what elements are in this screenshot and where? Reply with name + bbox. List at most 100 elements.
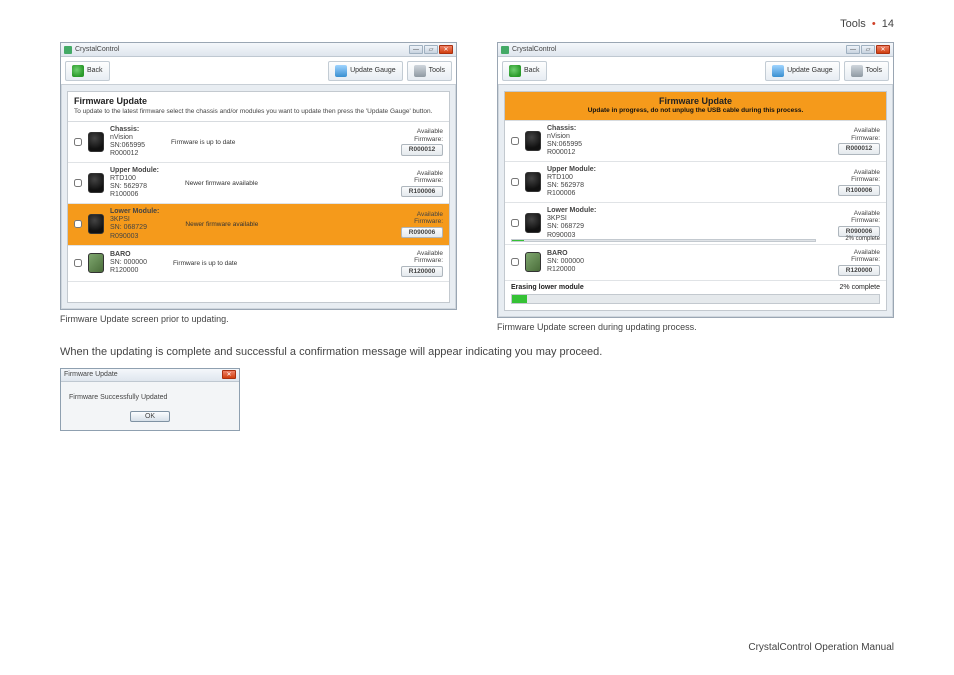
dialog-title: Firmware Update bbox=[64, 371, 118, 378]
heading-title: Firmware Update bbox=[511, 96, 880, 106]
section-label: Tools bbox=[840, 18, 866, 30]
back-label: Back bbox=[524, 67, 540, 74]
dialog-message: Firmware Successfully Updated bbox=[69, 394, 231, 401]
window-title: CrystalControl bbox=[75, 46, 119, 53]
minimize-button[interactable]: — bbox=[846, 45, 860, 54]
tools-label: Tools bbox=[429, 67, 445, 74]
app-icon bbox=[501, 46, 509, 54]
close-button[interactable]: ✕ bbox=[876, 45, 890, 54]
module-checkbox[interactable] bbox=[74, 259, 82, 267]
firmware-pill[interactable]: R090006 bbox=[401, 227, 443, 238]
module-checkbox[interactable] bbox=[74, 179, 82, 187]
back-button[interactable]: Back bbox=[65, 61, 110, 81]
back-icon bbox=[72, 65, 84, 77]
app-window-before: CrystalControl — ▱ ✕ Back bbox=[60, 42, 457, 310]
module-available: Available Firmware: R100006 bbox=[401, 170, 443, 197]
module-available: Available Firmware: R090006 bbox=[838, 210, 880, 237]
overall-progress-bar bbox=[511, 294, 880, 304]
firmware-pill[interactable]: R100006 bbox=[401, 186, 443, 197]
progress-message: Erasing lower module 2% complete bbox=[505, 281, 886, 294]
tools-icon bbox=[414, 65, 426, 77]
caption-b: Firmware Update screen during updating p… bbox=[497, 322, 894, 332]
module-checkbox[interactable] bbox=[511, 258, 519, 266]
firmware-pill[interactable]: R000012 bbox=[401, 144, 443, 155]
firmware-pill[interactable]: R120000 bbox=[401, 266, 443, 277]
module-checkbox[interactable] bbox=[74, 138, 82, 146]
module-row: Chassis: nVision SN:065995 R000012 Avail… bbox=[505, 121, 886, 162]
titlebar: CrystalControl — ▱ ✕ bbox=[61, 43, 456, 57]
back-label: Back bbox=[87, 67, 103, 74]
heading-sub: Update in progress, do not unplug the US… bbox=[511, 107, 880, 114]
caption-a: Firmware Update screen prior to updating… bbox=[60, 314, 457, 324]
maximize-button[interactable]: ▱ bbox=[861, 45, 875, 54]
module-available: Available Firmware: R120000 bbox=[401, 250, 443, 277]
module-info: Chassis: nVision SN:065995 R000012 bbox=[547, 125, 582, 157]
module-available: Available Firmware: R090006 bbox=[401, 211, 443, 238]
footer-text: CrystalControl Operation Manual bbox=[748, 642, 894, 653]
module-icon bbox=[88, 132, 104, 152]
dialog-titlebar: Firmware Update ✕ bbox=[61, 369, 239, 382]
toolbar: Back Update Gauge Tools bbox=[498, 57, 893, 85]
confirmation-dialog: Firmware Update ✕ Firmware Successfully … bbox=[60, 368, 240, 431]
update-icon bbox=[335, 65, 347, 77]
stage-b: Firmware Update Update in progress, do n… bbox=[504, 91, 887, 311]
tools-button[interactable]: Tools bbox=[407, 61, 452, 81]
body-paragraph: When the updating is complete and succes… bbox=[60, 346, 894, 358]
tools-button[interactable]: Tools bbox=[844, 61, 889, 81]
module-row: Lower Module: 3KPSI SN: 068729 R090003 N… bbox=[68, 204, 449, 245]
update-gauge-button[interactable]: Update Gauge bbox=[765, 61, 840, 81]
module-status: Firmware is up to date bbox=[153, 260, 395, 267]
tools-icon bbox=[851, 65, 863, 77]
module-info: BARO SN: 000000 R120000 bbox=[110, 251, 147, 275]
module-row: BARO SN: 000000 R120000 Available Firmwa… bbox=[505, 245, 886, 281]
dialog-close-button[interactable]: ✕ bbox=[222, 370, 236, 379]
progress-pct: 2% complete bbox=[840, 284, 880, 291]
stage-heading: Firmware Update To update to the latest … bbox=[68, 92, 449, 122]
close-button[interactable]: ✕ bbox=[439, 45, 453, 54]
back-icon bbox=[509, 65, 521, 77]
module-info: Lower Module: 3KPSI SN: 068729 R090003 bbox=[547, 207, 596, 239]
module-checkbox[interactable] bbox=[511, 137, 519, 145]
toolbar: Back Update Gauge Tools bbox=[61, 57, 456, 85]
module-info: Lower Module: 3KPSI SN: 068729 R090003 bbox=[110, 208, 159, 240]
heading-title: Firmware Update bbox=[74, 96, 443, 106]
firmware-pill[interactable]: R120000 bbox=[838, 265, 880, 276]
module-icon bbox=[88, 173, 104, 193]
module-info: Upper Module: RTD100 SN: 562978 R100006 bbox=[547, 166, 596, 198]
page-header: Tools • 14 bbox=[60, 18, 894, 30]
module-info: BARO SN: 000000 R120000 bbox=[547, 250, 584, 274]
app-window-during: CrystalControl — ▱ ✕ Back bbox=[497, 42, 894, 318]
back-button[interactable]: Back bbox=[502, 61, 547, 81]
module-status: Newer firmware available bbox=[165, 180, 395, 187]
module-checkbox[interactable] bbox=[511, 219, 519, 227]
module-icon bbox=[525, 172, 541, 192]
minimize-button[interactable]: — bbox=[409, 45, 423, 54]
module-row: Lower Module: 3KPSI SN: 068729 R090003 A… bbox=[505, 203, 886, 244]
module-available: Available Firmware: R000012 bbox=[838, 127, 880, 154]
firmware-pill[interactable]: R000012 bbox=[838, 143, 880, 154]
maximize-button[interactable]: ▱ bbox=[424, 45, 438, 54]
module-checkbox[interactable] bbox=[511, 178, 519, 186]
row-progress-pct: 2% complete bbox=[845, 236, 880, 242]
stage-heading-progress: Firmware Update Update in progress, do n… bbox=[505, 92, 886, 121]
module-row: BARO SN: 000000 R120000 Firmware is up t… bbox=[68, 246, 449, 282]
module-icon bbox=[88, 214, 104, 234]
module-available: Available Firmware: R120000 bbox=[838, 249, 880, 276]
update-gauge-label: Update Gauge bbox=[350, 67, 396, 74]
ok-button[interactable]: OK bbox=[130, 411, 170, 422]
bullet-icon: • bbox=[872, 18, 876, 30]
tools-label: Tools bbox=[866, 67, 882, 74]
titlebar: CrystalControl — ▱ ✕ bbox=[498, 43, 893, 57]
module-info: Upper Module: RTD100 SN: 562978 R100006 bbox=[110, 167, 159, 199]
module-icon bbox=[525, 213, 541, 233]
module-available: Available Firmware: R100006 bbox=[838, 169, 880, 196]
window-title: CrystalControl bbox=[512, 46, 556, 53]
module-checkbox[interactable] bbox=[74, 220, 82, 228]
update-icon bbox=[772, 65, 784, 77]
module-row: Upper Module: RTD100 SN: 562978 R100006 … bbox=[68, 163, 449, 204]
firmware-pill[interactable]: R100006 bbox=[838, 185, 880, 196]
module-icon bbox=[525, 131, 541, 151]
update-gauge-button[interactable]: Update Gauge bbox=[328, 61, 403, 81]
heading-sub: To update to the latest firmware select … bbox=[74, 108, 443, 115]
module-row: Upper Module: RTD100 SN: 562978 R100006 … bbox=[505, 162, 886, 203]
